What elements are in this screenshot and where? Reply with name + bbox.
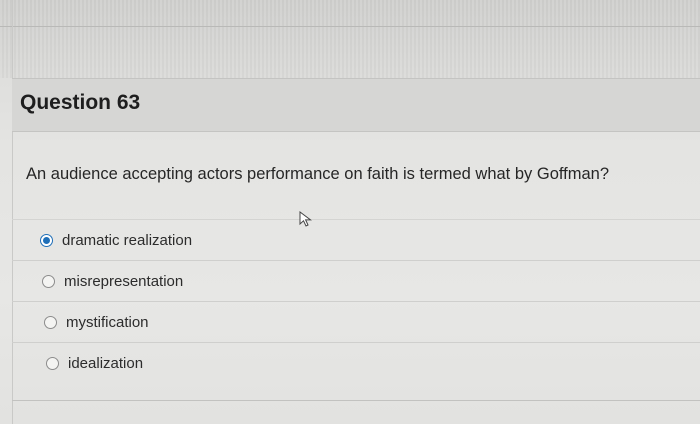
answer-options: dramatic realization misrepresentation m… [12, 219, 700, 383]
question-header: Question 63 [12, 78, 700, 132]
question-text: An audience accepting actors performance… [26, 165, 610, 183]
option-misrepresentation[interactable]: misrepresentation [12, 261, 700, 302]
mouse-pointer-icon [299, 210, 312, 227]
option-mystification[interactable]: mystification [12, 302, 700, 343]
question-title: Question 63 [20, 91, 141, 114]
option-dramatic-realization[interactable]: dramatic realization [12, 219, 700, 261]
radio-unselected-icon[interactable] [46, 356, 59, 370]
option-idealization[interactable]: idealization [12, 343, 700, 383]
option-label: idealization [68, 354, 144, 372]
option-label: misrepresentation [64, 272, 184, 290]
option-label: dramatic realization [62, 231, 193, 249]
radio-unselected-icon[interactable] [44, 315, 57, 329]
radio-unselected-icon[interactable] [42, 274, 55, 288]
radio-selected-icon[interactable] [40, 233, 53, 247]
question-body: An audience accepting actors performance… [12, 131, 700, 411]
top-divider [0, 26, 700, 27]
top-browser-strip [0, 0, 700, 78]
bottom-divider [12, 400, 700, 401]
option-label: mystification [66, 313, 149, 331]
